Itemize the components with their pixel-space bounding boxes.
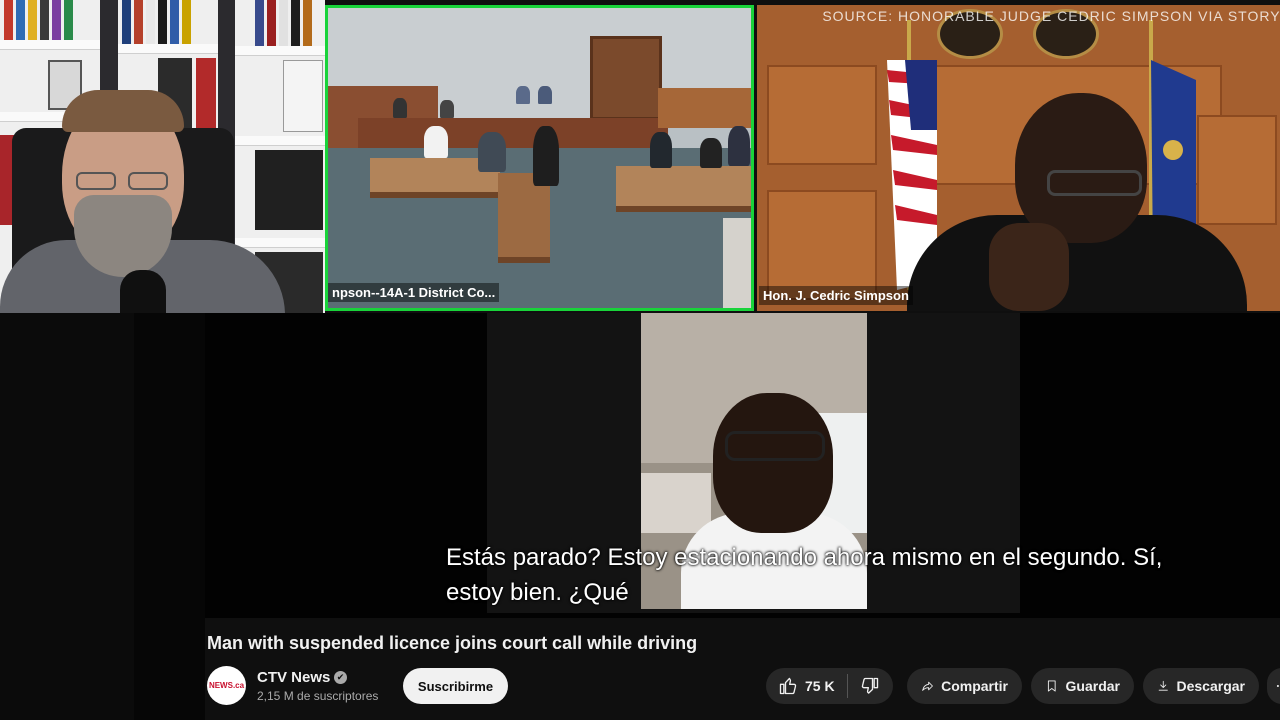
- download-icon: [1158, 680, 1168, 691]
- courtroom-door: [590, 36, 662, 120]
- subtitle-caption: Estás parado? Estoy estacionando ahora m…: [446, 540, 1266, 610]
- channel-name[interactable]: CTV News: [257, 669, 330, 686]
- download-label: Descargar: [1176, 678, 1246, 694]
- courtroom-label: npson--14A-1 District Co...: [328, 283, 500, 302]
- share-label: Compartir: [941, 678, 1008, 694]
- driver-face: [713, 393, 833, 533]
- streamer-hair: [62, 90, 184, 132]
- save-label: Guardar: [1065, 678, 1120, 694]
- subscriber-count: 2,15 M de suscriptores: [257, 689, 379, 703]
- courtroom-feed: npson--14A-1 District Co...: [325, 5, 754, 311]
- playstation-box: [255, 150, 323, 230]
- judge-hand: [989, 223, 1069, 311]
- video-player[interactable]: npson--14A-1 District Co... SOURCE: HONO…: [0, 0, 1280, 720]
- glasses-icon: [76, 172, 116, 190]
- judge-face: [1015, 93, 1147, 243]
- microphone: [120, 270, 166, 313]
- source-credit: SOURCE: HONORABLE JUDGE CEDRIC SIMPSON V…: [822, 8, 1280, 24]
- verified-icon: ✔: [334, 671, 347, 684]
- like-dislike-group: 75 K: [766, 668, 893, 704]
- thumbs-up-icon: [779, 677, 797, 695]
- glasses-icon: [128, 172, 168, 190]
- channel-avatar[interactable]: NEWS.ca: [207, 666, 246, 705]
- download-button[interactable]: Descargar: [1143, 668, 1259, 704]
- left-panel: [0, 313, 134, 720]
- subtitle-line: estoy bien. ¿Qué: [446, 579, 629, 606]
- judge-feed: SOURCE: HONORABLE JUDGE CEDRIC SIMPSON V…: [757, 5, 1280, 311]
- left-panel: [134, 313, 205, 720]
- console-box: [283, 60, 323, 132]
- glasses-icon: [1047, 170, 1142, 196]
- prosecution-table: [616, 166, 751, 212]
- game-box: [196, 58, 216, 128]
- streamer-webcam: [0, 0, 325, 313]
- lectern: [498, 173, 550, 263]
- judge-label: Hon. J. Cedric Simpson: [759, 286, 913, 305]
- save-button[interactable]: Guardar: [1031, 668, 1134, 704]
- dislike-button[interactable]: [848, 668, 892, 704]
- bookmark-icon: [1047, 680, 1056, 692]
- video-title: Man with suspended licence joins court c…: [207, 633, 698, 653]
- subscribe-button[interactable]: Suscribirme: [403, 668, 508, 704]
- share-icon: [922, 681, 933, 691]
- thumbs-down-icon: [861, 677, 878, 694]
- more-icon: [1276, 684, 1279, 688]
- like-count: 75 K: [805, 678, 835, 694]
- like-button[interactable]: 75 K: [766, 668, 847, 704]
- subtitle-line: Estás parado? Estoy estacionando ahora m…: [446, 544, 1163, 571]
- glasses-icon: [725, 431, 825, 461]
- car-window: [641, 473, 711, 533]
- share-button[interactable]: Compartir: [907, 668, 1022, 704]
- more-actions-button[interactable]: [1267, 668, 1280, 704]
